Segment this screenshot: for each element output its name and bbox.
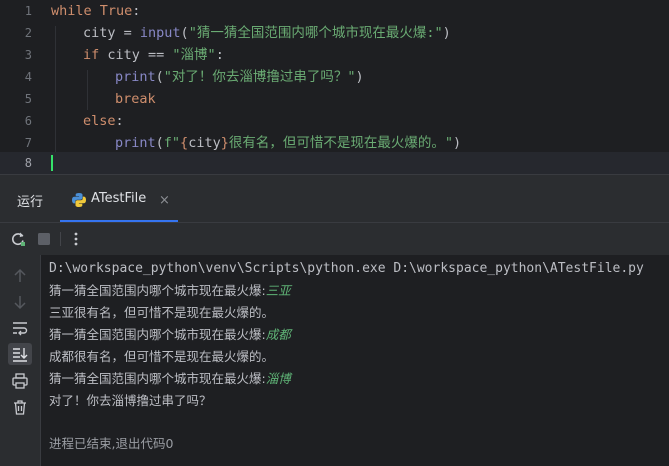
run-side-toolbar (0, 255, 41, 466)
code-line[interactable]: 3 if city == "淄博": (0, 44, 669, 66)
trash-icon[interactable] (11, 398, 29, 416)
code-line[interactable]: 4 print("对了！你去淄博撸过串了吗？") (0, 66, 669, 88)
code-text: city = input("猜一猜全国范围内哪个城市现在最火爆:") (83, 25, 451, 41)
line-number: 3 (24, 48, 32, 62)
scroll-to-end-button[interactable] (8, 343, 32, 365)
line-number: 7 (24, 136, 32, 150)
code-line[interactable]: 1 while True: (0, 0, 669, 22)
code-text: break (115, 91, 156, 107)
run-toolbar (0, 223, 669, 255)
code-line[interactable]: 2 city = input("猜一猜全国范围内哪个城市现在最火爆:") (0, 22, 669, 44)
line-number: 4 (24, 70, 32, 84)
python-file-icon (72, 193, 86, 207)
line-number: 5 (24, 92, 32, 106)
console-line: 成都很有名，但可惜不是现在最火爆的。 (49, 349, 275, 364)
toolbar-divider (60, 232, 61, 246)
close-tab-icon[interactable]: × (159, 193, 170, 208)
code-line[interactable]: 7 print(f"{city}很有名，但可惜不是现在最火爆的。") (0, 132, 669, 154)
console-output[interactable]: D:\workspace_python\venv\Scripts\python.… (41, 255, 669, 466)
active-tab-indicator (60, 220, 178, 222)
code-line[interactable]: 6 else: (0, 110, 669, 132)
tab-atestfile[interactable]: ATestFile × (60, 180, 178, 222)
code-text: print(f"{city}很有名，但可惜不是现在最火爆的。") (115, 135, 462, 151)
user-input: 三亚 (265, 283, 291, 298)
arrow-down-icon[interactable] (11, 293, 29, 311)
code-line-current[interactable]: 8 (0, 152, 669, 174)
code-text: else: (83, 113, 124, 129)
scroll-to-end-icon (13, 348, 28, 362)
process-exit-message: 进程已结束,退出代码0 (49, 436, 174, 451)
run-panel-title: 运行 (17, 195, 44, 210)
line-number: 1 (24, 4, 32, 18)
arrow-up-icon[interactable] (11, 267, 29, 285)
code-text: while True: (51, 3, 141, 19)
line-number: 8 (24, 156, 32, 170)
text-caret (51, 155, 53, 171)
tab-label: ATestFile (91, 191, 147, 206)
code-text: print("对了！你去淄博撸过串了吗？") (115, 69, 364, 85)
console-line: 猜一猜全国范围内哪个城市现在最火爆:成都 (49, 327, 291, 342)
console-line: 猜一猜全国范围内哪个城市现在最火爆:三亚 (49, 283, 291, 298)
stop-icon[interactable] (35, 230, 53, 248)
console-line: 对了！你去淄博撸过串了吗？ (49, 393, 212, 408)
more-options-icon[interactable] (67, 230, 85, 248)
user-input: 成都 (265, 327, 291, 342)
print-icon[interactable] (11, 372, 29, 390)
console-line: 三亚很有名，但可惜不是现在最火爆的。 (49, 305, 275, 320)
run-panel-header: 运行 ATestFile × (0, 180, 669, 223)
line-number: 2 (24, 26, 32, 40)
user-input: 淄博 (265, 371, 291, 386)
rerun-icon[interactable] (9, 230, 27, 248)
code-line[interactable]: 5 break (0, 88, 669, 110)
code-editor[interactable]: 1 while True: 2 city = input("猜一猜全国范围内哪个… (0, 0, 669, 174)
console-line: 猜一猜全国范围内哪个城市现在最火爆:淄博 (49, 371, 291, 386)
code-text: if city == "淄博": (83, 47, 224, 63)
soft-wrap-icon[interactable] (11, 319, 29, 337)
console-command-line: D:\workspace_python\venv\Scripts\python.… (49, 261, 644, 276)
line-number: 6 (24, 114, 32, 128)
